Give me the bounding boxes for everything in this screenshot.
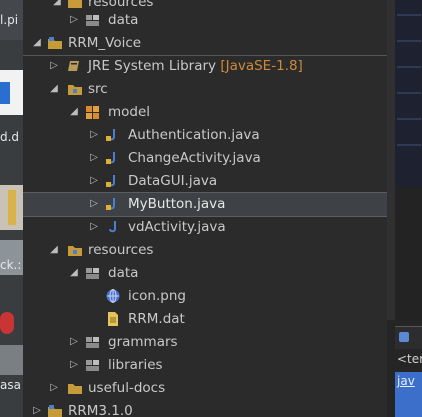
desktop-icon-label: ck.:	[0, 258, 22, 272]
console-selected-line[interactable]: jav	[395, 372, 422, 417]
tree-item-data[interactable]: ▷ data	[23, 9, 387, 32]
tree-item-package-model[interactable]: ◢ model	[23, 101, 387, 124]
vertical-scrollbar[interactable]	[387, 0, 395, 320]
tree-item-project-rrm-voice[interactable]: ◢ RRM_Voice	[23, 32, 387, 56]
console-output-line: <ter	[397, 352, 422, 366]
chevron-down-icon[interactable]: ◢	[31, 35, 43, 51]
chevron-down-icon[interactable]: ◢	[48, 81, 60, 97]
chevron-right-icon[interactable]: ▷	[88, 196, 100, 212]
library-name: JRE System Library	[88, 58, 217, 74]
desktop-background: l.pi d.d ck.: asa	[0, 0, 23, 417]
image-file-icon	[105, 288, 121, 304]
chevron-right-icon[interactable]: ▷	[48, 380, 60, 396]
chevron-right-icon[interactable]: ▷	[48, 58, 60, 74]
chevron-right-icon[interactable]: ▷	[68, 357, 80, 373]
source-folder-icon	[67, 242, 83, 258]
folder-icon	[67, 380, 83, 396]
tree-item-jre-system-library[interactable]: ▷ JRE System Library [JavaSE-1.8]	[23, 55, 387, 78]
editor-area[interactable]	[395, 0, 422, 187]
chevron-right-icon[interactable]: ▷	[68, 334, 80, 350]
tree-item-java-file[interactable]: ▷ vdActivity.java	[23, 216, 387, 239]
console-tab[interactable]	[395, 326, 422, 349]
chevron-down-icon[interactable]: ◢	[48, 242, 60, 258]
desktop-icon-label: l.pi	[0, 13, 19, 27]
chevron-right-icon[interactable]: ▷	[68, 12, 80, 28]
package-folder-icon	[85, 357, 101, 373]
tree-item-grammars[interactable]: ▷ grammars	[23, 331, 387, 354]
tree-item-useful-docs[interactable]: ▷ useful-docs	[23, 377, 387, 400]
tree-item-libraries[interactable]: ▷ libraries	[23, 354, 387, 377]
console-link-text: jav	[397, 374, 415, 388]
java-file-icon	[105, 173, 121, 189]
library-icon	[67, 58, 83, 74]
desktop-icon-label: d.d	[0, 130, 20, 144]
editor-area-lower[interactable]	[395, 187, 422, 320]
package-folder-icon	[85, 265, 101, 281]
tree-item-java-file[interactable]: ▷ DataGUI.java	[23, 170, 387, 193]
tree-item-file-rrm-dat[interactable]: RRM.dat	[23, 308, 387, 331]
text-file-icon	[105, 311, 121, 327]
project-explorer-tree: ◢ resources ▷ data ◢ RRM_Voice ▷ JRE Sys…	[23, 0, 387, 417]
chevron-down-icon[interactable]: ◢	[68, 265, 80, 281]
console-icon	[399, 332, 409, 342]
chevron-down-icon[interactable]: ◢	[68, 104, 80, 120]
chevron-right-icon[interactable]: ▷	[88, 150, 100, 166]
java-file-icon	[105, 219, 121, 235]
java-file-icon	[105, 127, 121, 143]
desktop-icon-label: asa	[0, 378, 21, 392]
source-folder-icon	[67, 81, 83, 97]
chevron-right-icon[interactable]: ▷	[88, 173, 100, 189]
java-file-icon	[105, 150, 121, 166]
tree-item-java-file-selected[interactable]: ▷ MyButton.java	[23, 192, 387, 217]
chevron-right-icon[interactable]: ▷	[88, 219, 100, 235]
java-project-icon	[47, 35, 63, 51]
java-file-icon	[105, 196, 121, 212]
tree-item-java-file[interactable]: ▷ Authentication.java	[23, 124, 387, 147]
package-icon	[85, 104, 101, 120]
tree-item-file-icon-png[interactable]: icon.png	[23, 285, 387, 308]
package-folder-icon	[85, 12, 101, 28]
tree-item-resources[interactable]: ◢ resources	[23, 239, 387, 262]
chevron-right-icon[interactable]: ▷	[88, 127, 100, 143]
tree-item-java-file[interactable]: ▷ ChangeActivity.java	[23, 147, 387, 170]
package-folder-icon	[85, 334, 101, 350]
tree-item-src[interactable]: ◢ src	[23, 78, 387, 101]
chevron-right-icon[interactable]: ▷	[31, 403, 43, 417]
tree-item-project-rrm3[interactable]: ▷ RRM3.1.0	[23, 400, 387, 417]
library-version-decoration: [JavaSE-1.8]	[220, 58, 303, 74]
tree-item-data[interactable]: ◢ data	[23, 262, 387, 285]
java-project-icon	[47, 403, 63, 417]
